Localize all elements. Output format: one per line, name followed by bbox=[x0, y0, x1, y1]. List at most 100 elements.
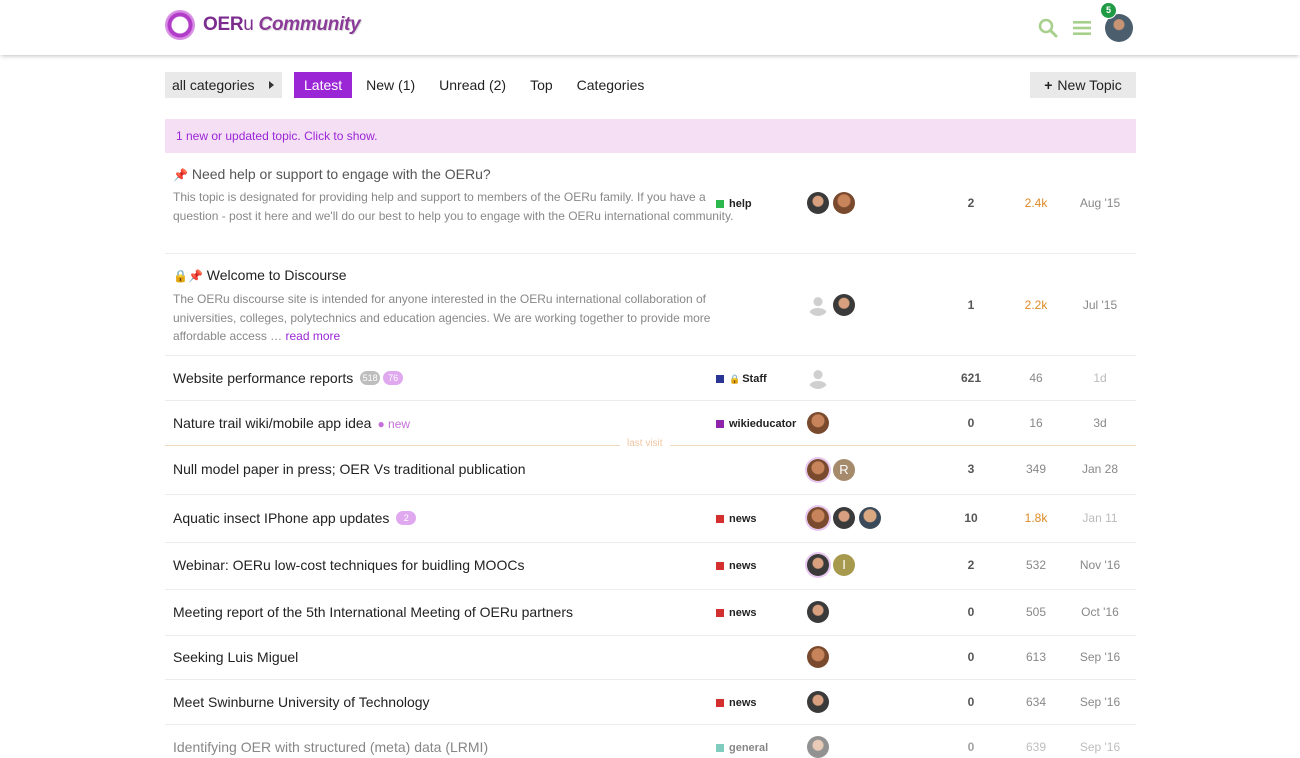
read-more-link[interactable]: read more bbox=[286, 329, 341, 343]
topic-row: Webinar: OERu low-cost techniques for bu… bbox=[165, 543, 1136, 590]
topic-activity[interactable]: 1d bbox=[1070, 371, 1130, 385]
new-posts-badge[interactable]: 2 bbox=[396, 511, 417, 525]
topic-replies: 0 bbox=[967, 416, 975, 430]
poster-avatar[interactable] bbox=[807, 601, 829, 623]
poster-avatar[interactable] bbox=[807, 294, 829, 316]
topic-posters bbox=[807, 736, 833, 758]
tab-top[interactable]: Top bbox=[520, 72, 563, 98]
topic-title-link[interactable]: Aquatic insect IPhone app updates 2 bbox=[173, 510, 417, 526]
category-badge-wikieducator[interactable]: wikieducator bbox=[716, 418, 796, 430]
topic-list: 📌 Need help or support to engage with th… bbox=[165, 153, 1136, 758]
topic-title-link[interactable]: 📌 Need help or support to engage with th… bbox=[173, 166, 491, 182]
topic-views: 639 bbox=[1025, 740, 1047, 754]
poster-avatar[interactable] bbox=[807, 507, 829, 529]
search-icon[interactable] bbox=[1037, 17, 1059, 39]
logo-text: OERu Community bbox=[203, 14, 361, 35]
topic-views: 613 bbox=[1025, 650, 1047, 664]
topic-views: 505 bbox=[1025, 605, 1047, 619]
topic-title-link[interactable]: Webinar: OERu low-cost techniques for bu… bbox=[173, 557, 524, 573]
topic-views: 532 bbox=[1025, 558, 1047, 572]
topic-activity[interactable]: Sep '16 bbox=[1070, 740, 1130, 754]
topic-views: 1.8k bbox=[1024, 511, 1048, 525]
pin-icon: 📌 bbox=[187, 269, 203, 283]
topic-row: Nature trail wiki/mobile app idea ● new w… bbox=[165, 401, 1136, 449]
user-avatar[interactable]: 5 bbox=[1100, 2, 1133, 42]
topic-row: 🔒📌 Welcome to Discourse The OERu discour… bbox=[165, 254, 1136, 356]
category-badge-news[interactable]: news bbox=[716, 607, 757, 619]
topic-replies: 621 bbox=[960, 371, 982, 385]
topic-title-link[interactable]: Seeking Luis Miguel bbox=[173, 649, 298, 665]
topic-title-link[interactable]: Identifying OER with structured (meta) d… bbox=[173, 739, 488, 755]
topic-activity[interactable]: Jan 11 bbox=[1070, 511, 1130, 525]
poster-avatar[interactable] bbox=[833, 192, 855, 214]
category-badge-general[interactable]: general bbox=[716, 742, 768, 754]
topic-activity[interactable]: 3d bbox=[1070, 416, 1130, 430]
tab-new[interactable]: New (1) bbox=[356, 72, 425, 98]
topic-replies: 2 bbox=[967, 558, 975, 572]
topic-row: Meeting report of the 5th International … bbox=[165, 590, 1136, 636]
poster-avatar[interactable] bbox=[833, 294, 855, 316]
topic-activity[interactable]: Nov '16 bbox=[1070, 558, 1130, 572]
topic-title-link[interactable]: Meeting report of the 5th International … bbox=[173, 604, 573, 620]
topic-activity[interactable]: Jul '15 bbox=[1070, 298, 1130, 312]
category-badge-staff[interactable]: 🔒 Staff bbox=[716, 373, 767, 385]
topic-replies: 0 bbox=[967, 740, 975, 754]
poster-avatar[interactable]: R bbox=[833, 459, 855, 481]
site-logo[interactable]: OERu Community bbox=[165, 10, 361, 40]
category-badge-news[interactable]: news bbox=[716, 697, 757, 709]
category-dropdown[interactable]: all categories bbox=[165, 72, 282, 98]
new-topics-banner[interactable]: 1 new or updated topic. Click to show. bbox=[165, 119, 1136, 153]
category-badge-news[interactable]: news bbox=[716, 513, 757, 525]
poster-avatar[interactable] bbox=[807, 646, 829, 668]
topic-views: 2.2k bbox=[1024, 298, 1048, 312]
topic-navigation: all categories Latest New (1) Unread (2)… bbox=[165, 72, 1136, 98]
poster-avatar[interactable] bbox=[807, 691, 829, 713]
topic-posters bbox=[807, 192, 859, 214]
topic-replies: 0 bbox=[967, 650, 975, 664]
topic-row: Website performance reports 518 76 🔒 Staff… bbox=[165, 356, 1136, 401]
poster-avatar[interactable] bbox=[807, 367, 829, 389]
poster-avatar[interactable] bbox=[807, 459, 829, 481]
new-topic-indicator: ● new bbox=[377, 417, 411, 431]
tab-latest[interactable]: Latest bbox=[294, 72, 353, 98]
lock-icon: 🔒 bbox=[173, 269, 188, 283]
topic-posters: R bbox=[807, 459, 859, 481]
topic-replies: 0 bbox=[967, 605, 975, 619]
topic-activity[interactable]: Oct '16 bbox=[1070, 605, 1130, 619]
category-badge-help[interactable]: help bbox=[716, 198, 752, 210]
topic-title-link[interactable]: Nature trail wiki/mobile app idea ● new bbox=[173, 415, 410, 431]
topic-views: 46 bbox=[1029, 371, 1043, 385]
tab-unread[interactable]: Unread (2) bbox=[429, 72, 516, 98]
topic-posters bbox=[807, 691, 833, 713]
topic-title-link[interactable]: Meet Swinburne University of Technology bbox=[173, 694, 430, 710]
poster-avatar[interactable] bbox=[807, 736, 829, 758]
poster-avatar[interactable] bbox=[807, 412, 829, 434]
category-badge-news[interactable]: news bbox=[716, 560, 757, 572]
poster-avatar[interactable] bbox=[807, 554, 829, 576]
topic-posters bbox=[807, 507, 885, 529]
topic-title-link[interactable]: Null model paper in press; OER Vs tradit… bbox=[173, 461, 526, 477]
topic-views: 349 bbox=[1025, 462, 1047, 476]
tab-categories[interactable]: Categories bbox=[567, 72, 655, 98]
poster-avatar[interactable] bbox=[833, 507, 855, 529]
topic-activity[interactable]: Sep '16 bbox=[1070, 695, 1130, 709]
topic-replies: 2 bbox=[967, 196, 975, 210]
caret-right-icon bbox=[269, 81, 274, 89]
topic-activity[interactable]: Sep '16 bbox=[1070, 650, 1130, 664]
poster-avatar[interactable] bbox=[859, 507, 881, 529]
topic-activity[interactable]: Jan 28 bbox=[1070, 462, 1130, 476]
unread-count-badge[interactable]: 518 bbox=[360, 371, 381, 385]
topic-posters bbox=[807, 412, 833, 434]
new-topic-button[interactable]: + New Topic bbox=[1030, 72, 1136, 98]
topic-activity[interactable]: Aug '15 bbox=[1070, 196, 1130, 210]
topic-title-link[interactable]: 🔒📌 Welcome to Discourse bbox=[173, 267, 347, 283]
pin-icon: 📌 bbox=[173, 168, 188, 182]
topic-row: 📌 Need help or support to engage with th… bbox=[165, 153, 1136, 254]
poster-avatar[interactable] bbox=[807, 192, 829, 214]
poster-avatar[interactable]: I bbox=[833, 554, 855, 576]
notification-badge: 5 bbox=[1100, 2, 1117, 19]
new-posts-badge[interactable]: 76 bbox=[383, 371, 404, 385]
hamburger-menu-icon[interactable] bbox=[1071, 17, 1093, 39]
topic-title-link[interactable]: Website performance reports 518 76 bbox=[173, 370, 404, 386]
topic-posters: I bbox=[807, 554, 859, 576]
